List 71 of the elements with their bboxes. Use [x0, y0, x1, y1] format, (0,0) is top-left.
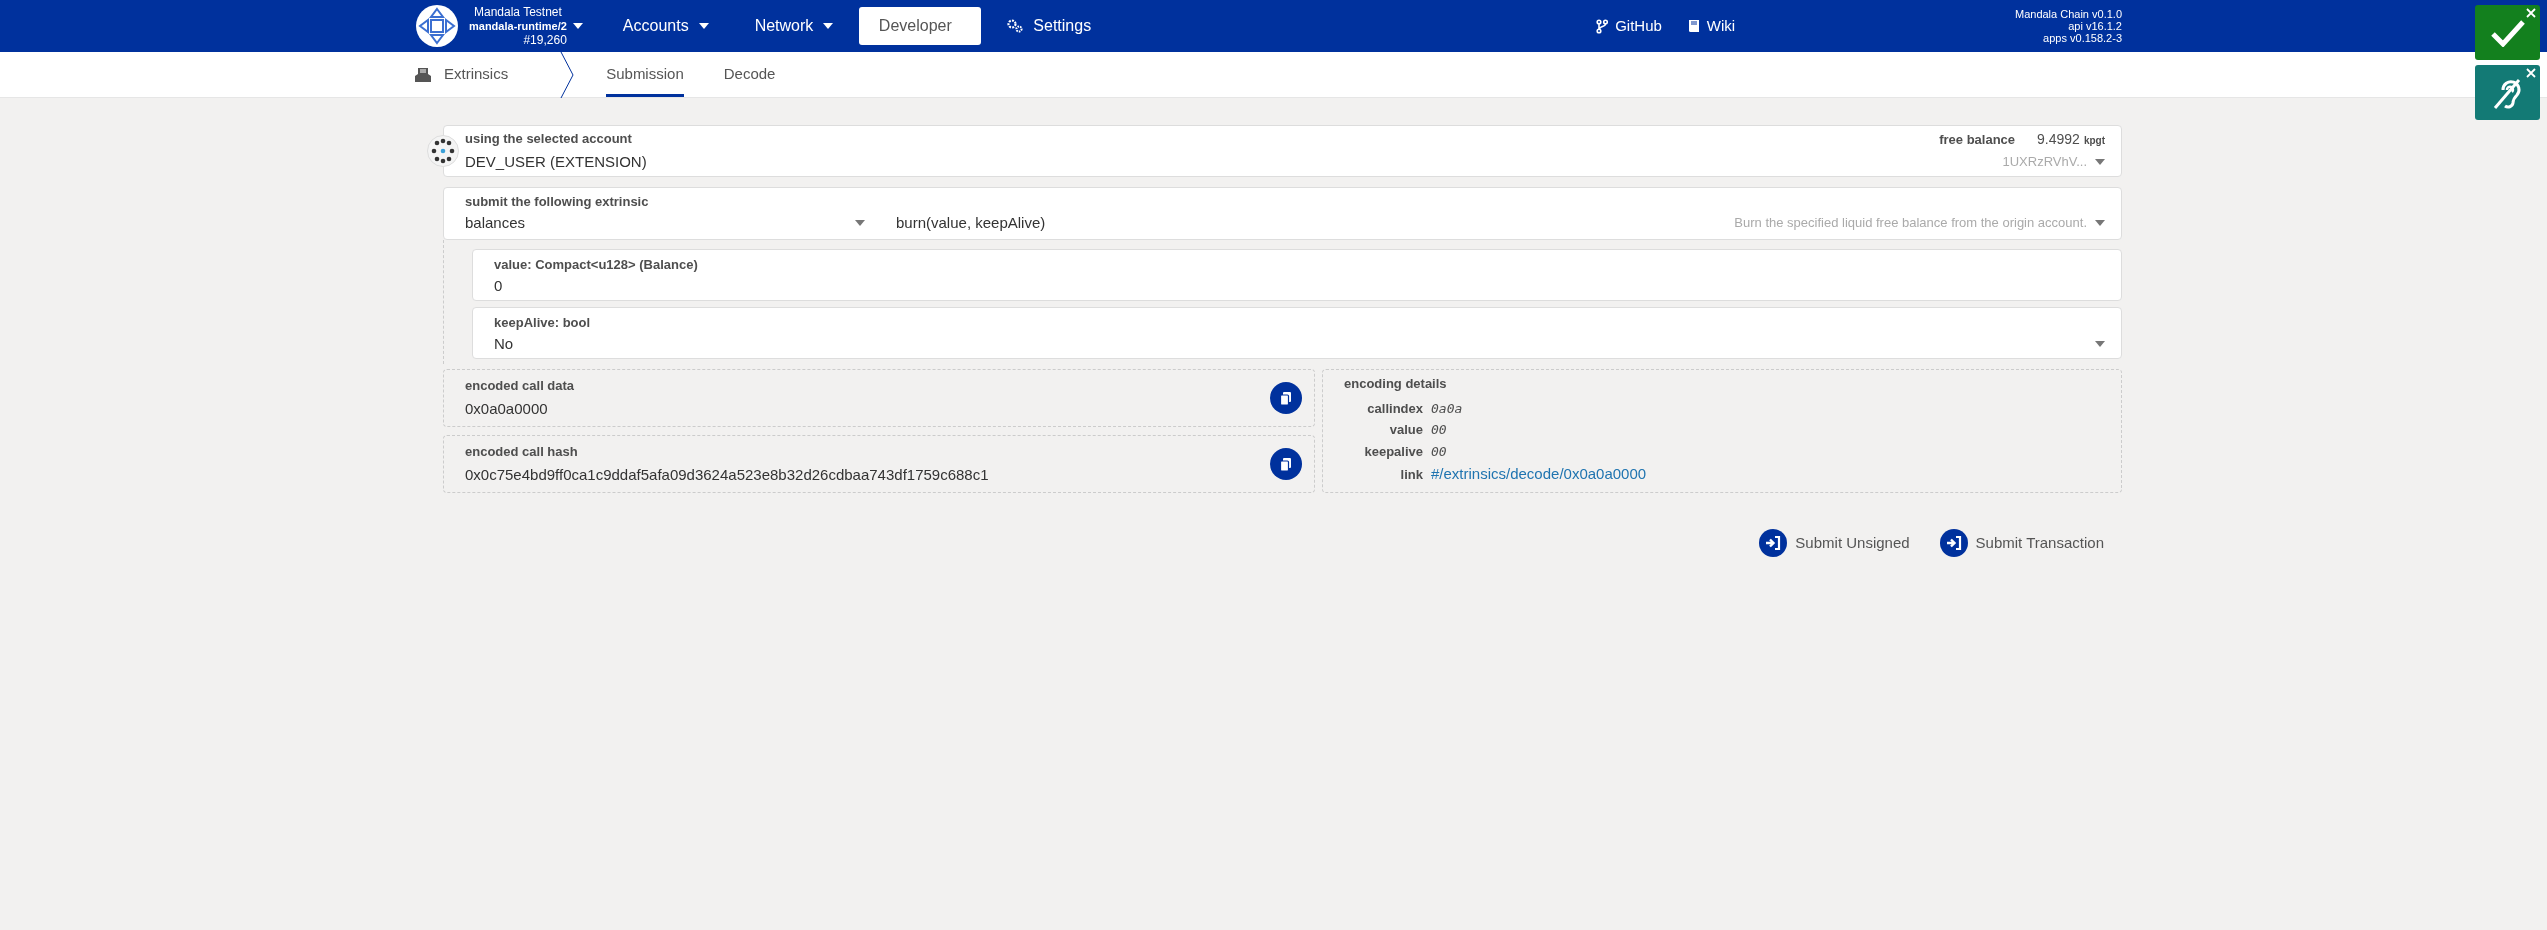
close-button[interactable]	[2525, 67, 2537, 79]
input-field[interactable]: value: Compact<u128> (Balance) 0	[472, 249, 2122, 301]
close-icon	[2526, 8, 2536, 18]
nav-menu[interactable]: Developer	[859, 7, 982, 45]
field-label: using the selected account	[465, 130, 633, 148]
nav-link[interactable]: Wiki	[1687, 14, 1736, 38]
chain-name: Mandala Testnet	[474, 5, 562, 19]
account-selector[interactable]: using the selected account DEV_USER (EXTENSION) free balance 9.4992 kpgt 1UXRzRVhV...	[443, 125, 2122, 177]
field-label: encoded call data	[465, 376, 575, 395]
chain-selector[interactable]: Mandala Testnet mandala-runtime/2 #19,260	[469, 5, 583, 47]
dropdown-field[interactable]: keepAlive: bool No	[472, 307, 2122, 359]
version-text: apps v0.158.2-3	[2043, 32, 2122, 44]
detail-key: value	[1344, 420, 1423, 440]
balance-value: 9.4992	[2037, 130, 2080, 149]
identicon-icon	[427, 135, 459, 167]
method-name: burn(value, keepAlive)	[896, 212, 1046, 233]
version-text: Mandala Chain v0.1.0	[2015, 8, 2122, 20]
field-label: encoded call hash	[465, 442, 579, 461]
copy-button[interactable]	[1270, 448, 1302, 480]
book-icon	[1687, 19, 1700, 33]
balance-unit: kpgt	[2083, 134, 2105, 148]
submit-button[interactable]: Submit Transaction	[1939, 529, 2104, 557]
tab[interactable]: Submission	[606, 52, 684, 97]
decode-link[interactable]: #/extrinsics/decode/0x0a0a0000	[1431, 463, 1647, 486]
caret-icon	[2095, 219, 2105, 226]
caret-icon	[855, 219, 865, 226]
nav-menu[interactable]: Settings	[987, 7, 1112, 45]
field-value: 0	[494, 275, 503, 296]
detail-key: link	[1344, 465, 1423, 485]
version-text: api v16.1.2	[2068, 20, 2122, 32]
field-label: submit the following extrinsic	[465, 193, 650, 211]
field-value: 0x0c75e4bd9ff0ca1c9ddaf5afa09d3624a523e8b32d26cdbaa743df1759c688c1	[465, 465, 989, 485]
detail-value: 00	[1431, 442, 1447, 461]
submit-button[interactable]: Submit Unsigned	[1759, 529, 1910, 557]
nav-menu[interactable]: Network	[734, 7, 854, 45]
inbox-icon	[415, 67, 431, 82]
runtime-version: mandala-runtime/2	[469, 19, 567, 33]
detail-value: 0a0a	[1431, 399, 1463, 418]
caret-icon	[2095, 158, 2105, 165]
caret-icon	[698, 23, 709, 29]
field-label: value: Compact<u128> (Balance)	[494, 256, 699, 274]
detail-key: callindex	[1344, 398, 1423, 418]
sign-in-icon	[1759, 529, 1788, 557]
close-icon	[2526, 68, 2536, 78]
gears-icon	[1007, 19, 1024, 33]
account-address: 1UXRzRVhV...	[2002, 153, 2087, 171]
detail-value: 00	[1431, 421, 1447, 439]
section-title: Extrinsics	[444, 64, 509, 85]
field-label: encoding details	[1344, 375, 1448, 393]
field-value: No	[494, 333, 514, 354]
tab[interactable]: Decode	[723, 52, 776, 97]
copy-button[interactable]	[1270, 382, 1302, 414]
caret-icon	[823, 23, 834, 29]
field-value: 0x0a0a0000	[465, 399, 549, 419]
branch-icon	[1596, 18, 1609, 34]
method-description: Burn the specified liquid free balance from the origin account.	[1734, 214, 2087, 232]
logo-icon	[415, 4, 459, 48]
field-label: free balance	[1939, 131, 2016, 149]
block-number: #19,260	[523, 33, 567, 47]
caret-icon	[572, 23, 583, 29]
caret-icon	[2095, 340, 2105, 347]
account-name: DEV_USER (EXTENSION)	[465, 151, 647, 172]
nav-menu[interactable]: Accounts	[602, 7, 729, 45]
extrinsic-selector[interactable]: submit the following extrinsic balances burn(value, keepAlive) Burn the specified liquid free balance from the origin account.	[443, 187, 2122, 240]
close-button[interactable]	[2525, 7, 2537, 19]
pallet-name: balances	[465, 212, 526, 233]
nav-link[interactable]: GitHub	[1596, 14, 1662, 38]
field-label: keepAlive: bool	[494, 314, 592, 332]
sign-in-icon	[1939, 529, 1968, 557]
detail-key: keepalive	[1344, 441, 1423, 461]
check-icon	[2489, 18, 2526, 47]
